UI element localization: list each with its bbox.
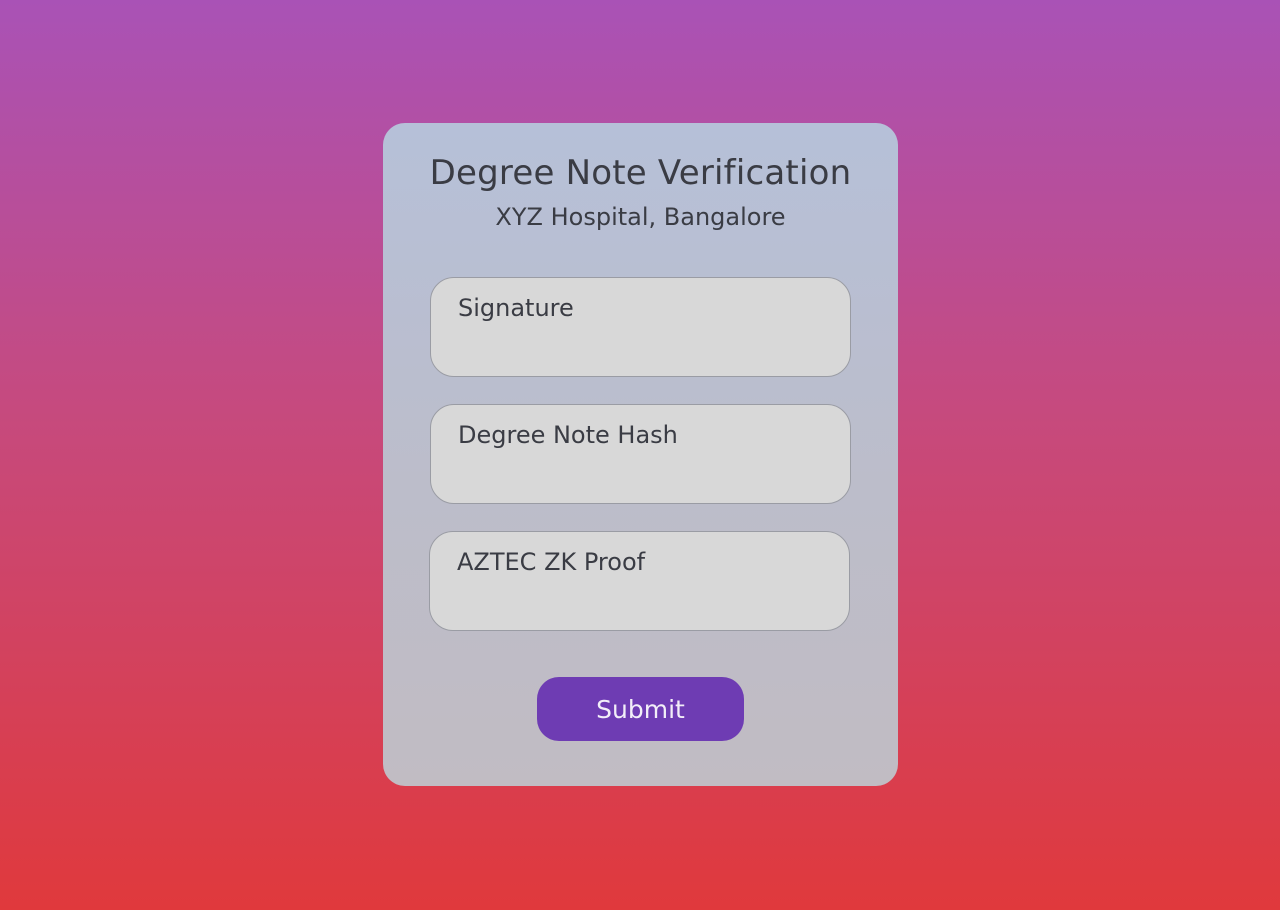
- degree-note-hash-placeholder: Degree Note Hash: [458, 421, 678, 449]
- verification-card: Degree Note Verification XYZ Hospital, B…: [383, 123, 898, 786]
- signature-placeholder: Signature: [458, 294, 574, 322]
- aztec-zk-proof-placeholder: AZTEC ZK Proof: [457, 548, 646, 576]
- aztec-zk-proof-field[interactable]: AZTEC ZK Proof: [429, 531, 850, 631]
- degree-note-hash-field[interactable]: Degree Note Hash: [430, 404, 851, 504]
- signature-field[interactable]: Signature: [430, 277, 851, 377]
- form-subtitle: XYZ Hospital, Bangalore: [495, 203, 786, 231]
- submit-button[interactable]: Submit: [537, 677, 744, 741]
- form-title: Degree Note Verification: [429, 153, 852, 193]
- submit-button-label: Submit: [596, 694, 685, 724]
